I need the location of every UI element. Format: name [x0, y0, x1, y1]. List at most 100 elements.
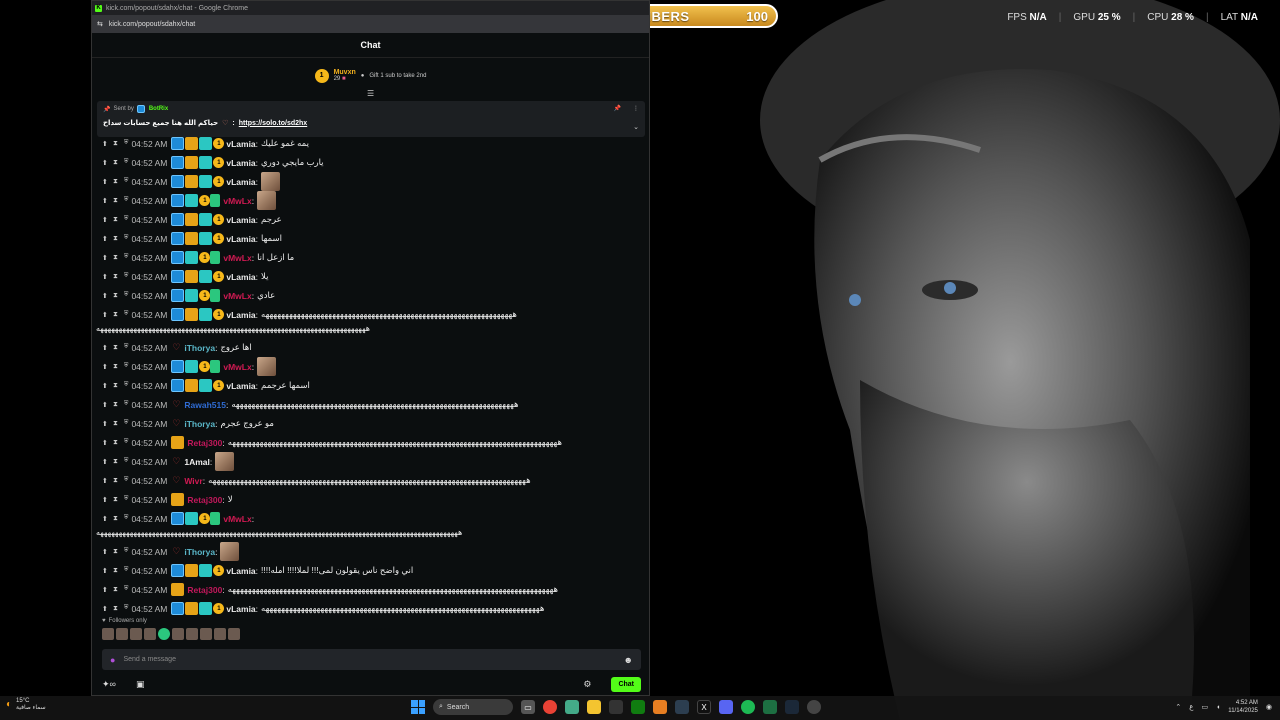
timeout-icon[interactable]: ⧗ [113, 496, 118, 504]
emote[interactable] [257, 191, 277, 210]
ban-icon[interactable]: ⛨ [124, 292, 129, 299]
timeout-icon[interactable]: ⧗ [113, 197, 118, 205]
timeout-icon[interactable]: ⧗ [113, 477, 118, 485]
chevron-down-icon[interactable]: ⌄ [633, 123, 639, 131]
chat-message[interactable]: ⬆ ⧗ ⛨ 04:52 AM Retaj300: لا [102, 490, 645, 509]
message-username[interactable]: 1Amal [184, 457, 210, 467]
message-username[interactable]: vMwLx [223, 514, 251, 524]
window-titlebar[interactable]: K kick.com/popout/sdahx/chat - Google Ch… [92, 1, 649, 15]
ban-icon[interactable]: ⛨ [124, 548, 129, 555]
timeout-icon[interactable]: ⧗ [113, 439, 118, 447]
chat-message[interactable]: ⬆ ⧗ ⛨ 04:52 AM ♡ Wivr: ههههههههههههههههههههههه… [102, 471, 645, 490]
store-icon[interactable] [609, 700, 623, 714]
message-username[interactable]: Rawah515 [184, 400, 226, 410]
message-username[interactable]: iThorya [184, 547, 215, 557]
timeout-icon[interactable]: ⧗ [113, 548, 118, 556]
chat-message[interactable]: ⬆ ⧗ ⛨ 04:52 AM ♡ Rawah515: ههههههههههههههههههه… [102, 395, 645, 414]
chat-message[interactable]: ⬆ ⧗ ⛨ 04:52 AM Retaj300: هههههههههههههههههههه… [102, 580, 645, 599]
pin-action-icon[interactable]: ⬆ [102, 235, 108, 243]
vlc-icon[interactable] [653, 700, 667, 714]
chat-message[interactable]: ⬆ ⧗ ⛨ 04:52 AM 1 vLamia: عرجم [102, 210, 645, 229]
pin-action-icon[interactable]: ⬆ [102, 363, 108, 371]
pin-action-icon[interactable]: ⬆ [102, 420, 108, 428]
pin-action-icon[interactable]: ⬆ [102, 178, 108, 186]
chat-message[interactable]: ⬆ ⧗ ⛨ 04:52 AM 1 vLamia: يلا [102, 267, 645, 286]
chat-message[interactable]: ⬆ ⧗ ⛨ 04:52 AM 1 vMwLx: [102, 191, 645, 210]
timeout-icon[interactable]: ⧗ [113, 159, 118, 167]
pin-action-icon[interactable]: ⬆ [102, 382, 108, 390]
address-bar[interactable]: ⇆ kick.com/popout/sdahx/chat [92, 15, 649, 33]
avatar[interactable] [200, 628, 212, 640]
viewer-avatars[interactable] [92, 628, 649, 640]
avatar[interactable] [172, 628, 184, 640]
obs-icon[interactable] [807, 700, 821, 714]
pin-action-icon[interactable]: ⬆ [102, 439, 108, 447]
chat-message[interactable]: ⬆ ⧗ ⛨ 04:52 AM 1 vMwLx: ما ازعل انا [102, 248, 645, 267]
avatar[interactable] [214, 628, 226, 640]
timeout-icon[interactable]: ⧗ [113, 363, 118, 371]
steam-icon[interactable] [785, 700, 799, 714]
timeout-icon[interactable]: ⧗ [113, 344, 118, 352]
message-username[interactable]: vMwLx [223, 362, 251, 372]
message-username[interactable]: vLamia [226, 272, 255, 282]
ban-icon[interactable]: ⛨ [124, 363, 129, 370]
emoji-icon[interactable]: ☻ [624, 655, 633, 665]
message-username[interactable]: iThorya [184, 419, 215, 429]
pin-action-icon[interactable]: ⬆ [102, 159, 108, 167]
pin-action-icon[interactable]: ⬆ [102, 140, 108, 148]
unpin-icon[interactable]: 📌 [614, 105, 621, 112]
chat-message[interactable]: ⬆ ⧗ ⛨ 04:52 AM 1 vLamia: !!!!اني واضح ناس يقول… [102, 561, 645, 580]
chat-message[interactable]: ⬆ ⧗ ⛨ 04:52 AM ♡ iThorya: اها عروج [102, 338, 645, 357]
ban-icon[interactable]: ⛨ [124, 401, 129, 408]
chat-message[interactable]: ⬆ ⧗ ⛨ 04:52 AM 1 vLamia: يارب مايجي دوري [102, 153, 645, 172]
ban-icon[interactable]: ⛨ [124, 216, 129, 223]
chat-message[interactable]: ⬆ ⧗ ⛨ 04:52 AM 1 vMwLx: [102, 509, 645, 528]
chat-message[interactable]: ⬆ ⧗ ⛨ 04:52 AM 1 vMwLx: [102, 357, 645, 376]
ban-icon[interactable]: ⛨ [124, 496, 129, 503]
xbox-icon[interactable] [631, 700, 645, 714]
timeout-icon[interactable]: ⧗ [113, 586, 118, 594]
timeout-icon[interactable]: ⧗ [113, 401, 118, 409]
ban-icon[interactable]: ⛨ [124, 439, 129, 446]
ban-icon[interactable]: ⛨ [124, 605, 129, 612]
channel-points[interactable]: ✦∞ [102, 679, 116, 690]
file-explorer-icon[interactable] [587, 700, 601, 714]
timeout-icon[interactable]: ⧗ [113, 311, 118, 319]
ban-icon[interactable]: ⛨ [124, 178, 129, 185]
chat-message[interactable]: ⬆ ⧗ ⛨ 04:52 AM 1 vLamia: اسمها عرجمم [102, 376, 645, 395]
collapse-icon[interactable]: ☰ [367, 89, 374, 98]
pin-action-icon[interactable]: ⬆ [102, 254, 108, 262]
emote[interactable] [257, 357, 277, 376]
message-username[interactable]: vLamia [226, 310, 255, 320]
chat-message[interactable]: ⬆ ⧗ ⛨ 04:52 AM 1 vLamia: ههههههههههههههههههههه… [102, 599, 645, 616]
ban-icon[interactable]: ⛨ [124, 382, 129, 389]
clock[interactable]: 4:52 AM 11/14/2025 [1228, 699, 1258, 715]
message-input[interactable]: ● Send a message ☻ [102, 649, 641, 670]
avatar[interactable] [130, 628, 142, 640]
message-username[interactable]: vLamia [226, 139, 255, 149]
emote[interactable] [220, 542, 240, 561]
pinned-link[interactable]: https://solo.to/sd2hx [239, 120, 307, 127]
avatar[interactable] [144, 628, 156, 640]
ban-icon[interactable]: ⛨ [124, 254, 129, 261]
chat-message[interactable]: ⬆ ⧗ ⛨ 04:52 AM ♡ iThorya: مو عروج عجرم [102, 414, 645, 433]
chat-message[interactable]: ⬆ ⧗ ⛨ 04:52 AM Retaj300: هههههههههههههههههههه… [102, 433, 645, 452]
pin-action-icon[interactable]: ⬆ [102, 401, 108, 409]
message-username[interactable]: vLamia [226, 381, 255, 391]
weather-widget[interactable]: ◐ 15°C سماء صافية [6, 698, 46, 711]
timeout-icon[interactable]: ⧗ [113, 515, 118, 523]
microphone-icon[interactable]: ● [110, 655, 115, 665]
timeout-icon[interactable]: ⧗ [113, 254, 118, 262]
avatar[interactable] [102, 628, 114, 640]
timeout-icon[interactable]: ⧗ [113, 458, 118, 466]
chat-message[interactable]: ⬆ ⧗ ⛨ 04:52 AM 1 vLamia: [102, 172, 645, 191]
message-username[interactable]: vLamia [226, 177, 255, 187]
windows-start-icon[interactable] [411, 700, 425, 714]
emote[interactable] [215, 452, 235, 471]
chat-message[interactable]: ⬆ ⧗ ⛨ 04:52 AM ♡ iThorya: [102, 542, 645, 561]
network-icon[interactable]: ▭ [1201, 703, 1208, 711]
ban-icon[interactable]: ⛨ [124, 344, 129, 351]
pin-action-icon[interactable]: ⬆ [102, 605, 108, 613]
timeout-icon[interactable]: ⧗ [113, 420, 118, 428]
app-icon[interactable] [565, 700, 579, 714]
